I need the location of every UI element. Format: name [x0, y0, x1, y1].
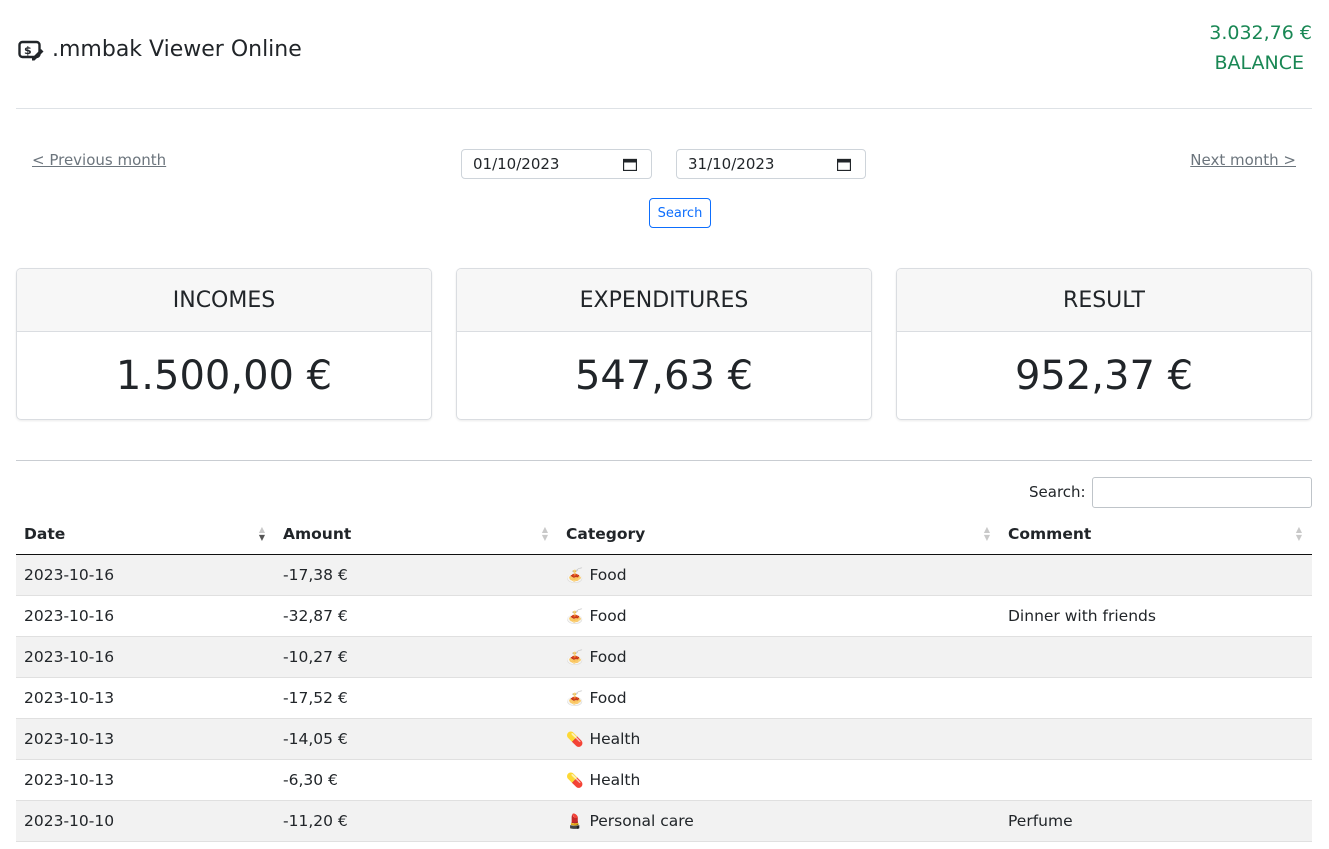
category-icon: 🍝: [566, 567, 584, 584]
cell-date: 2023-10-13: [16, 677, 275, 719]
category-label: Health: [589, 729, 641, 748]
category-label: Personal care: [589, 811, 694, 830]
expenditures-card: EXPENDITURES 547,63 €: [456, 268, 872, 420]
table-row: 2023-10-16 -32,87 € 🍝 Food Dinner with frien…: [16, 595, 1312, 637]
next-month-link[interactable]: Next month >: [1190, 151, 1296, 169]
from-date-input[interactable]: 01/10/2023: [461, 149, 652, 179]
expenditures-title: EXPENDITURES: [457, 269, 871, 332]
cell-category: 💊 Health: [558, 718, 1000, 760]
cell-comment: [1000, 718, 1312, 760]
cell-amount: -32,87 €: [275, 595, 558, 637]
table-row: 2023-10-16 -10,27 € 🍝 Food: [16, 636, 1312, 678]
cell-date: 2023-10-13: [16, 759, 275, 801]
cell-amount: -14,05 €: [275, 718, 558, 760]
brand: $ .mmbak Viewer Online: [18, 37, 302, 62]
cell-comment: Dinner with friends: [1000, 595, 1312, 637]
header: $ .mmbak Viewer Online 3.032,76 € BALANC…: [16, 0, 1312, 109]
previous-month-link[interactable]: < Previous month: [32, 151, 166, 169]
category-label: Food: [589, 688, 627, 707]
cell-category: 🍝 Food: [558, 677, 1000, 719]
column-header-comment[interactable]: Comment ▲ ▼: [1000, 514, 1312, 555]
table-row: 2023-10-13 -14,05 € 💊 Health: [16, 718, 1312, 760]
app-title: .mmbak Viewer Online: [52, 37, 302, 62]
calendar-icon[interactable]: [623, 158, 637, 171]
divider: [16, 460, 1312, 461]
incomes-card: INCOMES 1.500,00 €: [16, 268, 432, 420]
from-date-value: 01/10/2023: [473, 155, 560, 173]
column-header-category[interactable]: Category ▲ ▼: [558, 514, 1000, 555]
cell-date: 2023-10-16: [16, 554, 275, 596]
cell-date: 2023-10-16: [16, 595, 275, 637]
table-row: 2023-10-16 -17,38 € 🍝 Food: [16, 554, 1312, 596]
cell-category: 🍝 Food: [558, 595, 1000, 637]
result-value: 952,37 €: [1014, 353, 1194, 399]
category-label: Food: [589, 565, 627, 584]
expenditures-value: 547,63 €: [574, 353, 754, 399]
cell-category: 🍝 Food: [558, 636, 1000, 678]
balance: 3.032,76 € BALANCE: [1209, 18, 1312, 78]
category-icon: 💊: [566, 772, 584, 789]
category-icon: 💊: [566, 731, 584, 748]
calendar-icon[interactable]: [837, 158, 851, 171]
category-icon: 💄: [566, 813, 584, 830]
cell-amount: -6,30 €: [275, 759, 558, 801]
cell-category: 💄 Personal care: [558, 800, 1000, 842]
balance-label: BALANCE: [1214, 52, 1304, 74]
to-date-input[interactable]: 31/10/2023: [676, 149, 866, 179]
sort-desc-icon: ▲ ▼: [258, 525, 265, 542]
cell-comment: Perfume: [1000, 800, 1312, 842]
sort-icon: ▲ ▼: [983, 525, 990, 542]
cell-comment: [1000, 636, 1312, 678]
incomes-value: 1.500,00 €: [115, 353, 333, 399]
category-label: Food: [589, 606, 627, 625]
result-card: RESULT 952,37 €: [896, 268, 1312, 420]
cell-amount: -11,20 €: [275, 800, 558, 842]
cell-date: 2023-10-10: [16, 800, 275, 842]
cell-comment: [1000, 759, 1312, 801]
column-header-amount[interactable]: Amount ▲ ▼: [275, 514, 558, 555]
category-label: Food: [589, 647, 627, 666]
table-search-label: Search:: [1029, 483, 1086, 501]
to-date-value: 31/10/2023: [688, 155, 775, 173]
cell-date: 2023-10-16: [16, 636, 275, 678]
incomes-title: INCOMES: [17, 269, 431, 332]
result-title: RESULT: [897, 269, 1311, 332]
transactions-table: Date ▲ ▼ Amount ▲ ▼ Category ▲ ▼ Comment ▲ ▼…: [16, 514, 1312, 842]
column-header-date[interactable]: Date ▲ ▼: [16, 514, 275, 555]
sort-icon: ▲ ▼: [1295, 525, 1302, 542]
cell-category: 💊 Health: [558, 759, 1000, 801]
category-icon: 🍝: [566, 690, 584, 707]
sort-icon: ▲ ▼: [541, 525, 548, 542]
category-icon: 🍝: [566, 608, 584, 625]
cell-comment: [1000, 677, 1312, 719]
cell-amount: -10,27 €: [275, 636, 558, 678]
cell-amount: -17,38 €: [275, 554, 558, 596]
search-button[interactable]: Search: [649, 198, 711, 228]
table-header-row: Date ▲ ▼ Amount ▲ ▼ Category ▲ ▼ Comment ▲ ▼: [16, 514, 1312, 555]
svg-text:$: $: [24, 44, 32, 57]
money-edit-icon: $: [18, 40, 44, 60]
balance-amount: 3.032,76 €: [1209, 22, 1312, 44]
table-search-input[interactable]: [1092, 477, 1312, 508]
cell-comment: [1000, 554, 1312, 596]
category-label: Health: [589, 770, 641, 789]
table-row: 2023-10-13 -17,52 € 🍝 Food: [16, 677, 1312, 719]
table-row: 2023-10-10 -11,20 € 💄 Personal care Perfume: [16, 800, 1312, 842]
table-row: 2023-10-13 -6,30 € 💊 Health: [16, 759, 1312, 801]
cell-date: 2023-10-13: [16, 718, 275, 760]
cell-category: 🍝 Food: [558, 554, 1000, 596]
category-icon: 🍝: [566, 649, 584, 666]
cell-amount: -17,52 €: [275, 677, 558, 719]
